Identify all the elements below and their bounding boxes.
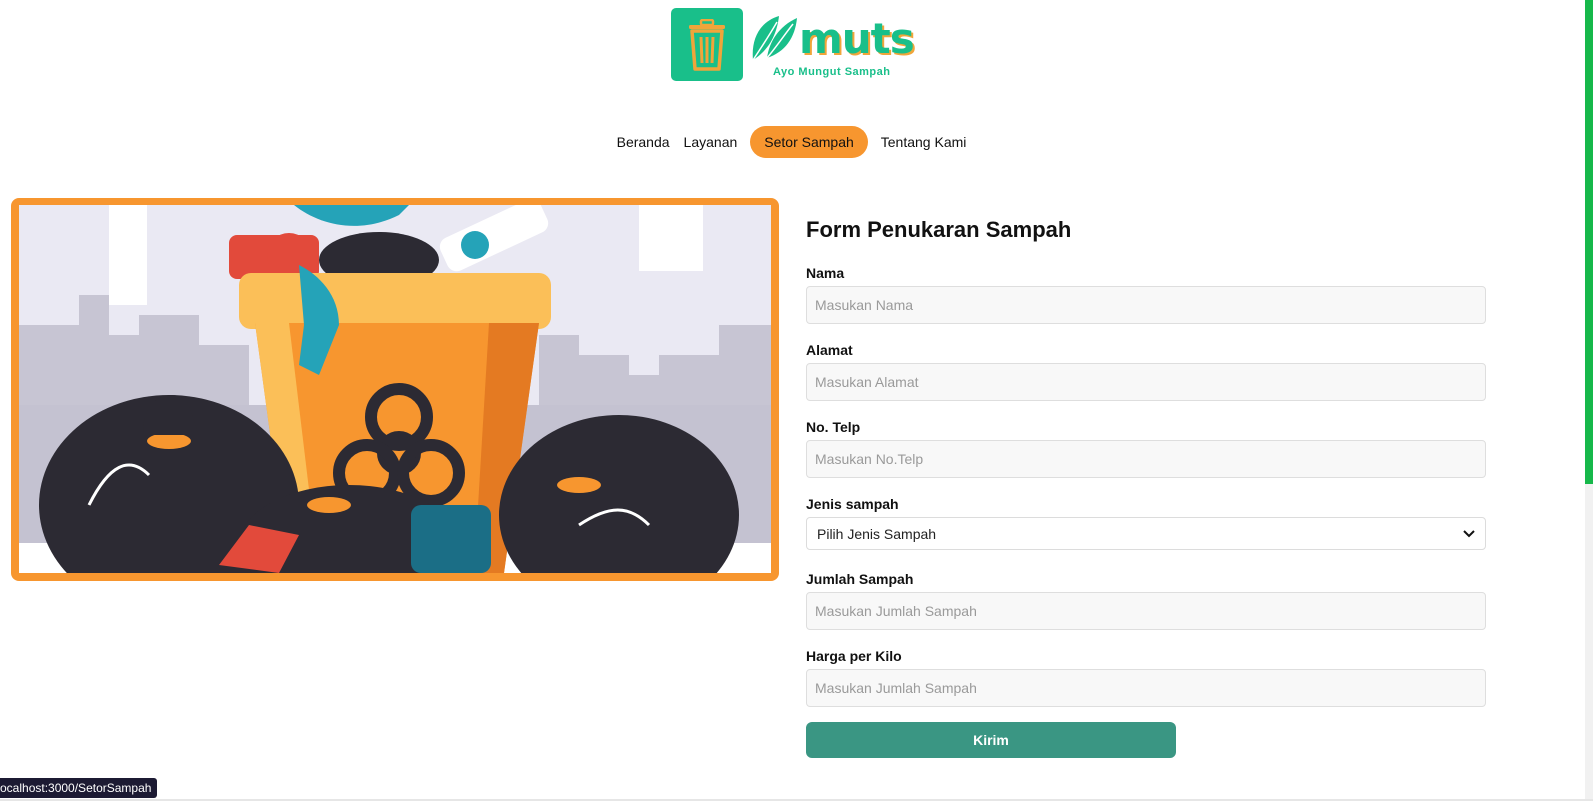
harga-label: Harga per Kilo: [806, 648, 902, 664]
harga-input[interactable]: [806, 669, 1486, 707]
alamat-label: Alamat: [806, 342, 853, 358]
nav-beranda[interactable]: Beranda: [610, 126, 677, 158]
scrollbar-thumb[interactable]: [1585, 0, 1593, 484]
brand-name: muts: [799, 14, 915, 63]
hero-illustration-frame: [11, 198, 779, 581]
jumlah-input[interactable]: [806, 592, 1486, 630]
nama-input[interactable]: [806, 286, 1486, 324]
telp-input[interactable]: [806, 440, 1486, 478]
nama-label: Nama: [806, 265, 845, 281]
brand-tagline: Ayo Mungut Sampah: [773, 66, 891, 78]
biohazard-waste-illustration: [19, 205, 771, 573]
jumlah-label: Jumlah Sampah: [806, 571, 914, 587]
page-scrollbar[interactable]: [1585, 0, 1593, 801]
jenis-sampah-select[interactable]: Pilih Jenis Sampah: [806, 517, 1486, 550]
form-title: Form Penukaran Sampah: [806, 217, 1072, 242]
jenis-selected-value: Pilih Jenis Sampah: [817, 525, 937, 542]
waste-exchange-form: Form Penukaran Sampah Nama Alamat No. Te…: [806, 214, 1486, 758]
leaf-icon: [752, 16, 797, 61]
main-nav: Beranda Layanan Setor Sampah Tentang Kam…: [0, 126, 1593, 158]
telp-label: No. Telp: [806, 419, 861, 435]
trash-can-icon: [671, 8, 743, 81]
chevron-down-icon: [1463, 529, 1475, 537]
kirim-button[interactable]: Kirim: [806, 722, 1176, 758]
nav-setor-sampah[interactable]: Setor Sampah: [750, 126, 868, 158]
alamat-input[interactable]: [806, 363, 1486, 401]
jenis-label: Jenis sampah: [806, 496, 899, 512]
nav-layanan[interactable]: Layanan: [677, 126, 745, 158]
nav-tentang-kami[interactable]: Tentang Kami: [874, 126, 974, 158]
status-bar-url: ocalhost:3000/SetorSampah: [0, 778, 158, 798]
brand-logo[interactable]: muts Ayo Mungut Sampah: [671, 8, 919, 81]
